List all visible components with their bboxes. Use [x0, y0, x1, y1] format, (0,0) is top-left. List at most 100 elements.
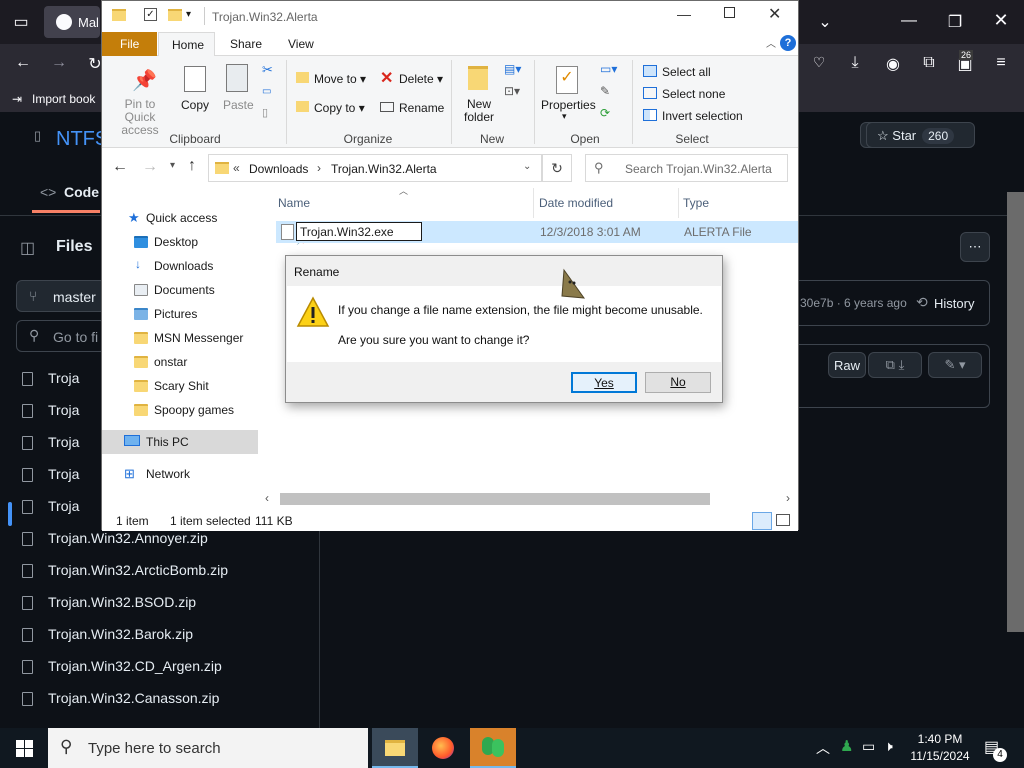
- nav-item-spoopy-games[interactable]: Spoopy games: [134, 403, 234, 417]
- branch-selector[interactable]: ⑂ master: [16, 280, 106, 312]
- taskbar-search-box[interactable]: ⚲ Type here to search: [48, 728, 368, 768]
- copy-to-button[interactable]: Copy to ▾: [314, 101, 365, 115]
- commit-info[interactable]: 30e7b · 6 years ago: [800, 296, 907, 310]
- column-type[interactable]: Type: [683, 196, 709, 210]
- star-button[interactable]: ☆ Star 260: [866, 122, 975, 148]
- file-row[interactable]: Trojan.Win32.Canasson.zip: [22, 690, 219, 706]
- taskbar-msn-messenger[interactable]: [470, 728, 516, 768]
- sidebar-toggle-icon[interactable]: ◫: [20, 238, 35, 258]
- properties-quick-icon[interactable]: ✓: [144, 8, 157, 21]
- more-options-button[interactable]: ⋯: [960, 232, 990, 262]
- tab-home[interactable]: Home: [158, 32, 215, 57]
- new-folder-quick-icon[interactable]: [168, 9, 182, 21]
- page-scrollbar[interactable]: [1007, 192, 1024, 632]
- nav-item-documents[interactable]: Documents📌: [134, 283, 308, 297]
- nav-item-msn-messenger[interactable]: MSN Messenger: [134, 331, 243, 345]
- download-icon[interactable]: ⤓: [840, 54, 870, 72]
- up-arrow-icon[interactable]: ↑: [188, 157, 196, 175]
- taskbar-firefox[interactable]: [420, 728, 466, 768]
- browser-tab[interactable]: Mal: [44, 6, 100, 38]
- copy-button[interactable]: Copy: [181, 98, 209, 112]
- delete-button[interactable]: Delete ▾: [399, 72, 443, 86]
- select-none-button[interactable]: Select none: [662, 87, 725, 101]
- clock-date[interactable]: 11/15/2024: [908, 749, 972, 763]
- nav-item-desktop[interactable]: Desktop📌: [134, 235, 308, 249]
- import-bookmarks-link[interactable]: Import book: [32, 92, 95, 106]
- nav-this-pc[interactable]: This PC: [146, 435, 189, 449]
- history-link[interactable]: History: [934, 296, 974, 311]
- scroll-thumb[interactable]: [280, 493, 710, 505]
- back-icon[interactable]: ←: [8, 54, 38, 72]
- file-row[interactable]: Troja: [22, 498, 79, 514]
- tab-list-icon[interactable]: ⌄: [810, 12, 840, 32]
- menu-icon[interactable]: ≡: [986, 54, 1016, 72]
- edit-button[interactable]: ✎ ▾: [928, 352, 982, 378]
- no-button[interactable]: No: [645, 372, 711, 393]
- qat-dropdown-icon[interactable]: ▾: [186, 9, 191, 20]
- large-icons-view-icon[interactable]: [776, 514, 790, 526]
- minimize-icon[interactable]: —: [677, 6, 691, 22]
- address-bar[interactable]: « Downloads › Trojan.Win32.Alerta ⌄: [208, 154, 542, 182]
- maximize-icon[interactable]: [724, 7, 735, 18]
- file-row[interactable]: Troja: [22, 402, 79, 418]
- details-view-icon[interactable]: [752, 512, 772, 530]
- cut-icon[interactable]: ✂: [262, 62, 273, 78]
- new-item-icon[interactable]: ▤▾: [504, 62, 521, 76]
- windows-start-icon[interactable]: [16, 740, 33, 757]
- breadcrumb-downloads[interactable]: Downloads: [249, 162, 308, 176]
- refresh-button[interactable]: ↻: [542, 154, 572, 182]
- nav-item-scary-shit[interactable]: Scary Shit: [134, 379, 209, 393]
- paste-shortcut-icon[interactable]: ▯: [262, 106, 268, 119]
- horizontal-scrollbar[interactable]: ‹ ›: [262, 490, 798, 507]
- rename-button[interactable]: Rename: [399, 101, 444, 115]
- show-hidden-icons[interactable]: ︿: [816, 738, 830, 758]
- tab-overview-icon[interactable]: ▭: [6, 12, 36, 32]
- file-row[interactable]: Troja: [22, 434, 79, 450]
- copy-download-buttons[interactable]: ⧉ ⤓: [868, 352, 922, 378]
- file-row[interactable]: Troja: [22, 370, 79, 386]
- tab-code[interactable]: Code: [64, 184, 99, 200]
- nav-item-downloads[interactable]: ↓Downloads📌: [135, 257, 308, 273]
- account-icon[interactable]: ◉: [878, 54, 908, 74]
- recent-locations-icon[interactable]: ▾: [170, 160, 175, 171]
- tab-file[interactable]: File: [102, 32, 157, 56]
- open-icon[interactable]: ▭▾: [600, 62, 617, 76]
- easy-access-icon[interactable]: ⊡▾: [504, 84, 520, 98]
- taskbar-file-explorer[interactable]: [372, 728, 418, 768]
- file-row[interactable]: Trojan.Win32.Annoyer.zip: [22, 530, 208, 546]
- file-row[interactable]: Troja: [22, 466, 79, 482]
- nav-quick-access[interactable]: Quick access: [146, 211, 217, 225]
- ribbon-collapse-icon[interactable]: ︿: [766, 35, 776, 50]
- move-to-button[interactable]: Move to ▾: [314, 72, 366, 86]
- breadcrumb-current[interactable]: Trojan.Win32.Alerta: [331, 162, 437, 176]
- address-dropdown-icon[interactable]: ⌄: [523, 161, 531, 172]
- select-all-button[interactable]: Select all: [662, 65, 711, 79]
- rename-input[interactable]: Trojan.Win32.exe: [296, 222, 422, 241]
- close-browser-icon[interactable]: ✕: [986, 10, 1016, 31]
- go-to-file-input[interactable]: ⚲ Go to fi: [16, 320, 106, 352]
- clock-time[interactable]: 1:40 PM: [912, 732, 968, 746]
- breadcrumb-overflow-icon[interactable]: «: [233, 161, 240, 175]
- history-icon[interactable]: ⟳: [600, 106, 610, 120]
- new-folder-button[interactable]: New folder: [462, 98, 496, 124]
- volume-tray-icon[interactable]: 🕨: [884, 738, 893, 755]
- search-box[interactable]: ⚲ Search Trojan.Win32.Alerta: [585, 154, 788, 182]
- tab-view[interactable]: View: [288, 37, 314, 51]
- file-row[interactable]: Trojan.Win32.BSOD.zip: [22, 594, 196, 610]
- forward-icon[interactable]: →: [44, 54, 74, 72]
- properties-dropdown-icon[interactable]: ▾: [562, 111, 567, 122]
- nav-item-onstar[interactable]: onstar: [134, 355, 187, 369]
- messenger-tray-icon[interactable]: ♟: [840, 737, 853, 755]
- column-name[interactable]: Name: [278, 196, 310, 210]
- back-arrow-icon[interactable]: ←: [112, 158, 128, 176]
- tab-share[interactable]: Share: [230, 37, 262, 51]
- invert-selection-button[interactable]: Invert selection: [662, 109, 743, 123]
- extensions-icon[interactable]: ⧉: [914, 54, 944, 72]
- pocket-icon[interactable]: ♡: [804, 54, 834, 71]
- close-icon[interactable]: ✕: [768, 4, 781, 24]
- properties-button[interactable]: Properties: [541, 98, 596, 112]
- raw-button[interactable]: Raw: [828, 352, 866, 378]
- column-date-modified[interactable]: Date modified: [539, 196, 613, 210]
- restore-icon[interactable]: ❐: [940, 12, 970, 32]
- edit-icon[interactable]: ✎: [600, 84, 610, 98]
